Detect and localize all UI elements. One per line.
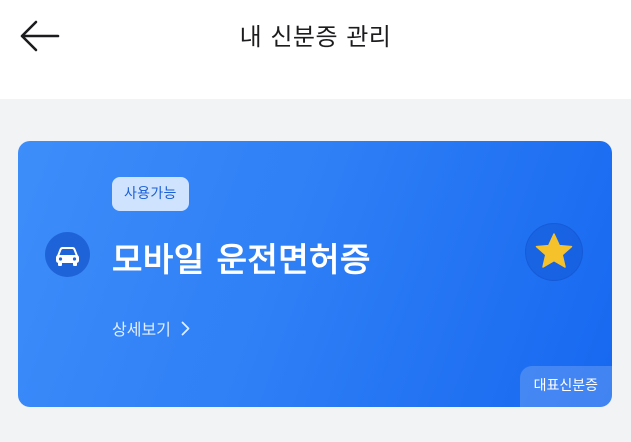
representative-id-badge: 대표신분증 — [519, 366, 612, 407]
license-title: 모바일 운전면허증 — [112, 240, 371, 279]
id-card-drivers-license[interactable]: 사용가능 모바일 운전면허증 상세보기 대표신분증 — [18, 141, 612, 407]
detail-link-label: 상세보기 — [112, 320, 171, 339]
car-icon — [45, 232, 90, 277]
favorite-star-button[interactable] — [525, 223, 583, 281]
detail-link[interactable]: 상세보기 — [112, 316, 190, 340]
page-title: 내 신분증 관리 — [239, 23, 392, 51]
chevron-right-icon — [181, 321, 190, 335]
status-badge: 사용가능 — [112, 177, 189, 211]
header: 내 신분증 관리 — [0, 0, 631, 99]
star-icon — [535, 233, 573, 268]
